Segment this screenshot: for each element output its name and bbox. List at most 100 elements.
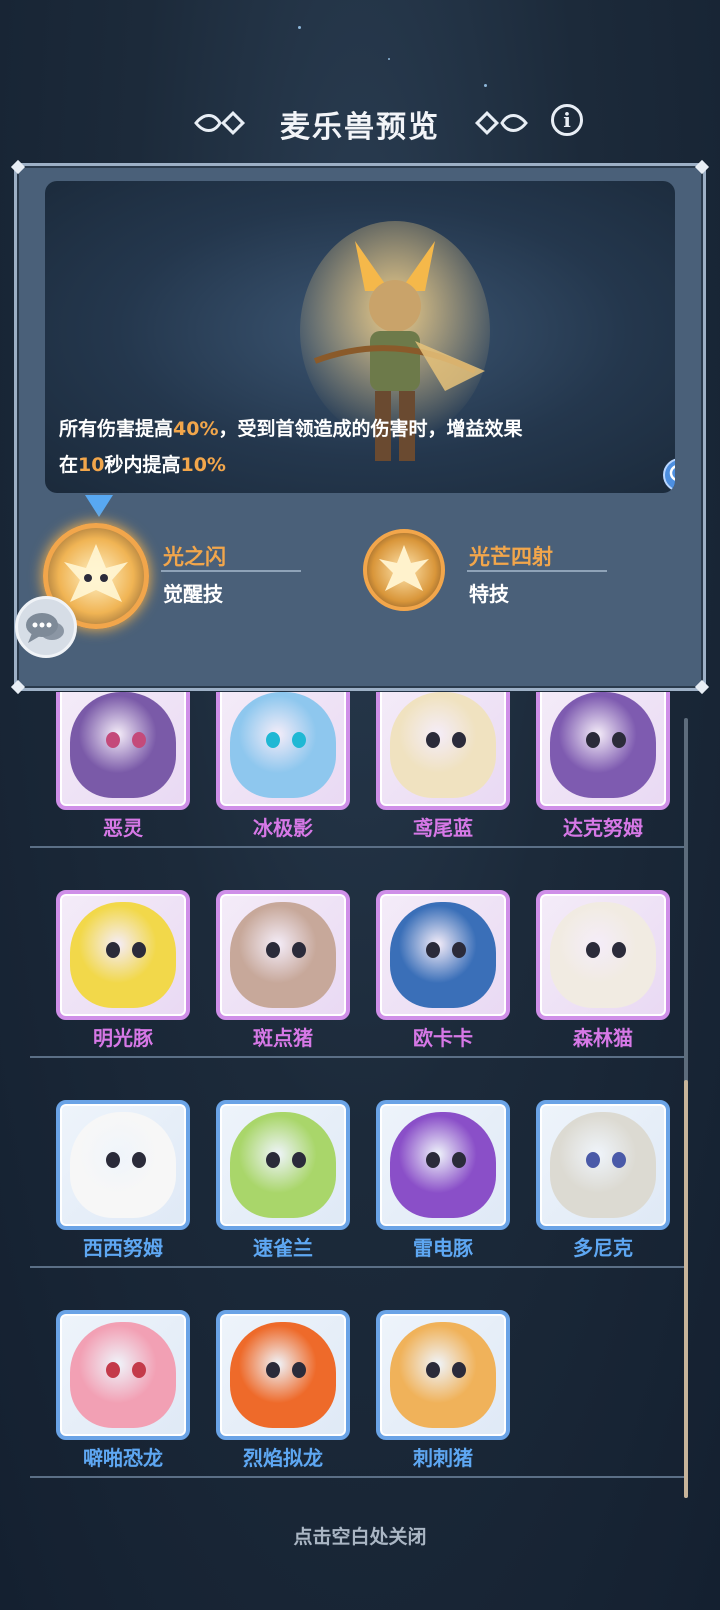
zoom-button[interactable]	[663, 458, 675, 492]
monster-portrait	[390, 1112, 496, 1218]
monster-portrait	[390, 692, 496, 798]
monster-name: 恶灵	[103, 816, 143, 840]
description-line-1: 所有伤害提高40%，受到首领造成的伤害时，增益效果	[59, 411, 639, 447]
monster-name: 鸢尾蓝	[413, 816, 473, 840]
row-divider	[30, 1476, 686, 1478]
monster-eye	[612, 942, 626, 958]
monster-eye	[292, 942, 306, 958]
text-segment: 在	[59, 454, 79, 476]
monster-card[interactable]	[536, 1100, 670, 1230]
monster-card[interactable]	[216, 890, 350, 1020]
monster-eye	[612, 1152, 626, 1168]
monster-name: 刺刺猪	[413, 1446, 473, 1470]
highlight-value: 10	[78, 454, 105, 476]
panel-corner	[10, 159, 26, 175]
skill-name: 光之闪	[163, 545, 226, 569]
page-title: 麦乐兽预览	[280, 110, 440, 145]
background-star	[388, 58, 390, 60]
monster-card[interactable]	[216, 1100, 350, 1230]
skill-type: 特技	[469, 582, 509, 606]
text-segment: ，受到首领造成的伤害时，增益效果	[218, 418, 523, 440]
skill-type: 觉醒技	[163, 582, 223, 606]
monster-eye	[266, 942, 280, 958]
monster-eye	[426, 1362, 440, 1378]
monster-eye	[452, 1152, 466, 1168]
monster-eye	[426, 732, 440, 748]
monster-card[interactable]	[376, 1100, 510, 1230]
monster-eye	[266, 732, 280, 748]
monster-eye	[586, 1152, 600, 1168]
monster-portrait	[390, 902, 496, 1008]
monster-eye	[426, 942, 440, 958]
monster-name: 达克努姆	[563, 816, 643, 840]
monster-card[interactable]	[216, 1310, 350, 1440]
zoom-in-icon	[669, 465, 675, 481]
monster-card[interactable]	[376, 1310, 510, 1440]
monster-name: 雷电豚	[413, 1236, 473, 1260]
monster-name: 西西努姆	[83, 1236, 163, 1260]
text-segment: 所有伤害提高	[59, 418, 174, 440]
monster-card[interactable]	[56, 1100, 190, 1230]
monster-card[interactable]	[56, 692, 190, 810]
monster-portrait	[230, 902, 336, 1008]
monster-card[interactable]	[536, 692, 670, 810]
text-segment: 秒内提高	[104, 454, 181, 476]
selected-pointer-icon	[85, 495, 113, 517]
monster-eye	[586, 942, 600, 958]
monster-portrait	[70, 902, 176, 1008]
monster-portrait	[550, 692, 656, 798]
monster-eye	[426, 1152, 440, 1168]
description-line-2: 在10秒内提高10%	[59, 447, 639, 483]
monster-portrait	[230, 1112, 336, 1218]
skill-description: 所有伤害提高40%，受到首领造成的伤害时，增益效果 在10秒内提高10%	[59, 411, 639, 483]
panel-corner	[694, 159, 710, 175]
skill-divider	[467, 570, 607, 572]
monster-eye	[292, 732, 306, 748]
monster-eye	[132, 942, 146, 958]
monster-eye	[266, 1362, 280, 1378]
skill-name: 光芒四射	[469, 545, 553, 569]
highlight-value: 40%	[173, 418, 219, 440]
monster-card[interactable]	[376, 692, 510, 810]
monster-portrait	[550, 902, 656, 1008]
monster-card[interactable]	[56, 1310, 190, 1440]
monster-card[interactable]	[376, 890, 510, 1020]
monster-card[interactable]	[56, 890, 190, 1020]
close-hint[interactable]: 点击空白处关闭	[0, 1522, 720, 1549]
radiance-icon	[379, 545, 429, 591]
monster-portrait	[390, 1322, 496, 1428]
monster-portrait	[70, 692, 176, 798]
monster-card[interactable]	[536, 890, 670, 1020]
monster-card[interactable]	[216, 692, 350, 810]
monster-grid: 恶灵 冰极影 鸢尾蓝 达克努姆 明光豚 斑点猪 欧卡卡 森林猫 西西努姆 速雀兰 雷电豚 多尼克 噼啪恐…	[0, 692, 720, 1512]
monster-name: 噼啪恐龙	[83, 1446, 163, 1470]
monster-eye	[612, 732, 626, 748]
monster-eye	[266, 1152, 280, 1168]
monster-name: 速雀兰	[253, 1236, 313, 1260]
skill-divider	[161, 570, 301, 572]
highlight-value: 10%	[180, 454, 226, 476]
monster-name: 斑点猪	[253, 1026, 313, 1050]
chat-button[interactable]	[15, 596, 77, 658]
monster-eye	[452, 1362, 466, 1378]
monster-name: 烈焰拟龙	[243, 1446, 323, 1470]
monster-eye	[132, 1362, 146, 1378]
monster-eye	[586, 732, 600, 748]
monster-eye	[106, 1152, 120, 1168]
info-button[interactable]: i	[551, 104, 583, 136]
monster-name: 欧卡卡	[413, 1026, 473, 1050]
monster-portrait	[230, 692, 336, 798]
monster-eye	[452, 732, 466, 748]
monster-eye	[132, 732, 146, 748]
monster-portrait	[550, 1112, 656, 1218]
monster-eye	[106, 1362, 120, 1378]
monster-eye	[106, 732, 120, 748]
skill-panel: 所有伤害提高40%，受到首领造成的伤害时，增益效果 在10秒内提高10% 光之闪…	[10, 159, 710, 695]
row-divider	[30, 846, 686, 848]
row-divider	[30, 1056, 686, 1058]
skill-icon-frame	[363, 529, 445, 611]
monster-name: 冰极影	[253, 816, 313, 840]
scrollbar-thumb[interactable]	[684, 1080, 688, 1498]
background-star	[484, 84, 487, 87]
skill-preview: 所有伤害提高40%，受到首领造成的伤害时，增益效果 在10秒内提高10%	[45, 181, 675, 493]
